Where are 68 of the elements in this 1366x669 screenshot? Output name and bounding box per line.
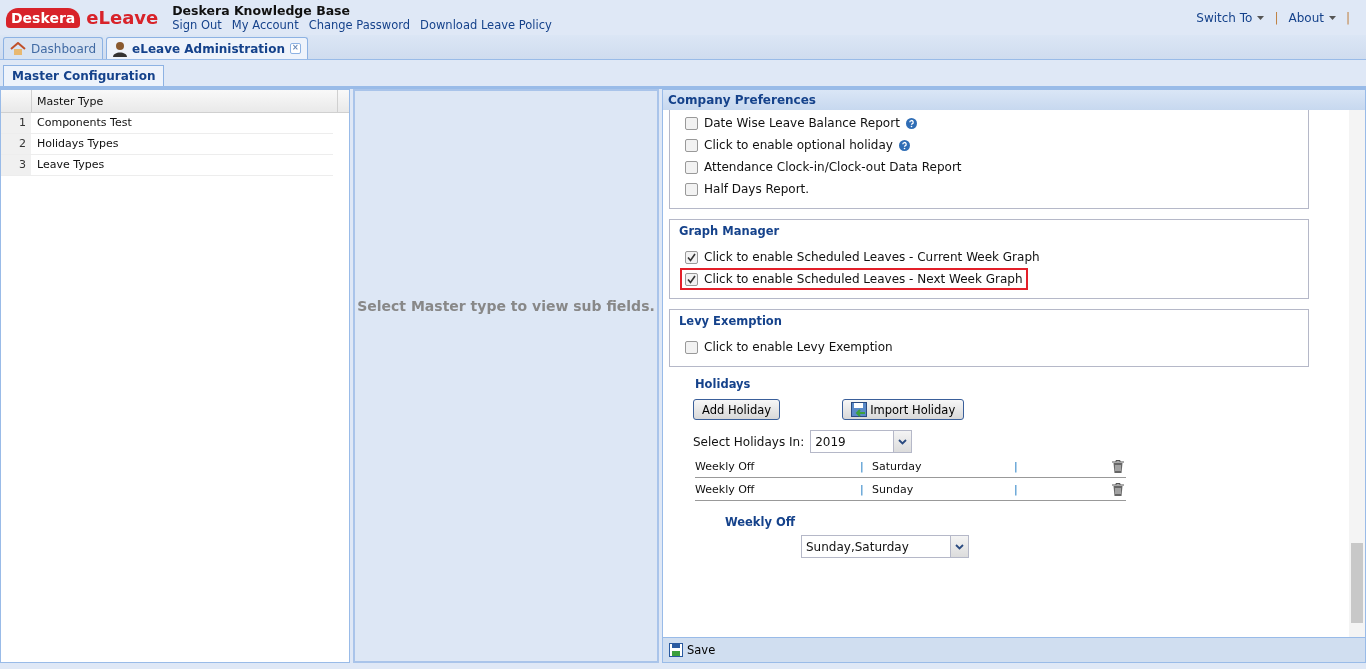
chevron-icon — [898, 438, 908, 445]
dropdown-button[interactable] — [893, 431, 912, 452]
option-label: Click to enable Scheduled Leaves - Next Week Graph — [704, 272, 1023, 286]
header-link[interactable]: Download Leave Policy — [420, 18, 552, 32]
table-cell-text: Weekly Off — [695, 482, 756, 496]
trash-icon[interactable] — [1112, 482, 1124, 496]
chevron-icon — [955, 543, 964, 550]
app-logo: Deskera eLeave — [6, 7, 159, 28]
option-label: Attendance Clock-in/Clock-out Data Report — [704, 160, 962, 174]
row-number: 2 — [1, 134, 31, 154]
panel-title: Company Preferences — [663, 90, 1365, 110]
dropdown-button[interactable] — [950, 536, 968, 557]
separator: | — [860, 482, 865, 496]
year-dropdown[interactable]: 2019 — [810, 430, 913, 453]
separator: | — [1014, 482, 1019, 496]
separator: | — [860, 459, 865, 473]
table-cell[interactable]: Leave Types — [31, 155, 105, 175]
caret-icon — [1257, 15, 1265, 20]
table-cell[interactable]: Holidays Types — [31, 134, 119, 154]
option-label: Half Days Report. — [704, 182, 810, 196]
section-title: Holidays — [695, 377, 752, 391]
row-number: 1 — [1, 113, 31, 133]
import-icon — [851, 402, 868, 417]
field-label: Select Holidays In: — [693, 434, 805, 449]
separator: | — [1274, 10, 1279, 25]
checkbox[interactable] — [685, 250, 698, 264]
tab[interactable]: Dashboard — [3, 37, 104, 59]
menu-link[interactable]: About — [1288, 10, 1336, 25]
table-cell[interactable]: Components Test — [31, 113, 132, 133]
checkbox[interactable] — [685, 138, 698, 152]
option-label: Click to enable Levy Exemption — [704, 340, 893, 354]
help-icon[interactable] — [898, 139, 910, 151]
weekly-off-dropdown[interactable]: Sunday,Saturday — [801, 535, 969, 558]
save-button[interactable]: Save — [669, 643, 716, 657]
header-link[interactable]: Sign Out — [172, 18, 222, 32]
checkbox[interactable] — [685, 182, 698, 196]
option-label: Click to enable Scheduled Leaves - Current Week Graph — [704, 250, 1040, 264]
option-label: Click to enable optional holiday — [704, 138, 893, 152]
table-cell-text: Sunday — [872, 482, 915, 496]
checkbox[interactable] — [685, 272, 698, 286]
table-cell-text: Weekly Off — [695, 459, 756, 473]
header-link[interactable]: Change Password — [308, 18, 411, 32]
separator: | — [1345, 10, 1350, 25]
scrollbar[interactable] — [1349, 110, 1365, 637]
add-holiday-button[interactable]: Add Holiday — [693, 399, 781, 420]
column-header: Master Type — [32, 90, 338, 112]
section-title: Graph Manager — [676, 224, 783, 238]
checkbox[interactable] — [685, 116, 698, 130]
empty-message: Select Master type to view sub fields. — [357, 298, 655, 314]
caret-icon — [1328, 15, 1336, 20]
option-label: Date Wise Leave Balance Report — [704, 116, 900, 130]
checkbox[interactable] — [685, 160, 698, 174]
checkbox[interactable] — [685, 340, 698, 354]
header-link[interactable]: My Account — [231, 18, 299, 32]
menu-link[interactable]: Switch To — [1196, 10, 1265, 25]
table-cell-text: Saturday — [872, 459, 923, 473]
tab[interactable]: eLeave Administration × — [106, 37, 308, 59]
tab[interactable]: Master Configuration — [3, 65, 165, 86]
site-title: Deskera Knowledge Base — [172, 3, 352, 18]
close-icon[interactable]: × — [289, 43, 301, 54]
row-number: 3 — [1, 155, 31, 175]
import-holiday-button[interactable]: Import Holiday — [842, 399, 965, 420]
house-icon — [10, 41, 26, 56]
help-icon[interactable] — [905, 117, 917, 129]
section-title: Weekly Off — [725, 515, 797, 529]
separator: | — [1014, 459, 1019, 473]
trash-icon[interactable] — [1112, 459, 1124, 473]
person-icon — [113, 40, 128, 57]
